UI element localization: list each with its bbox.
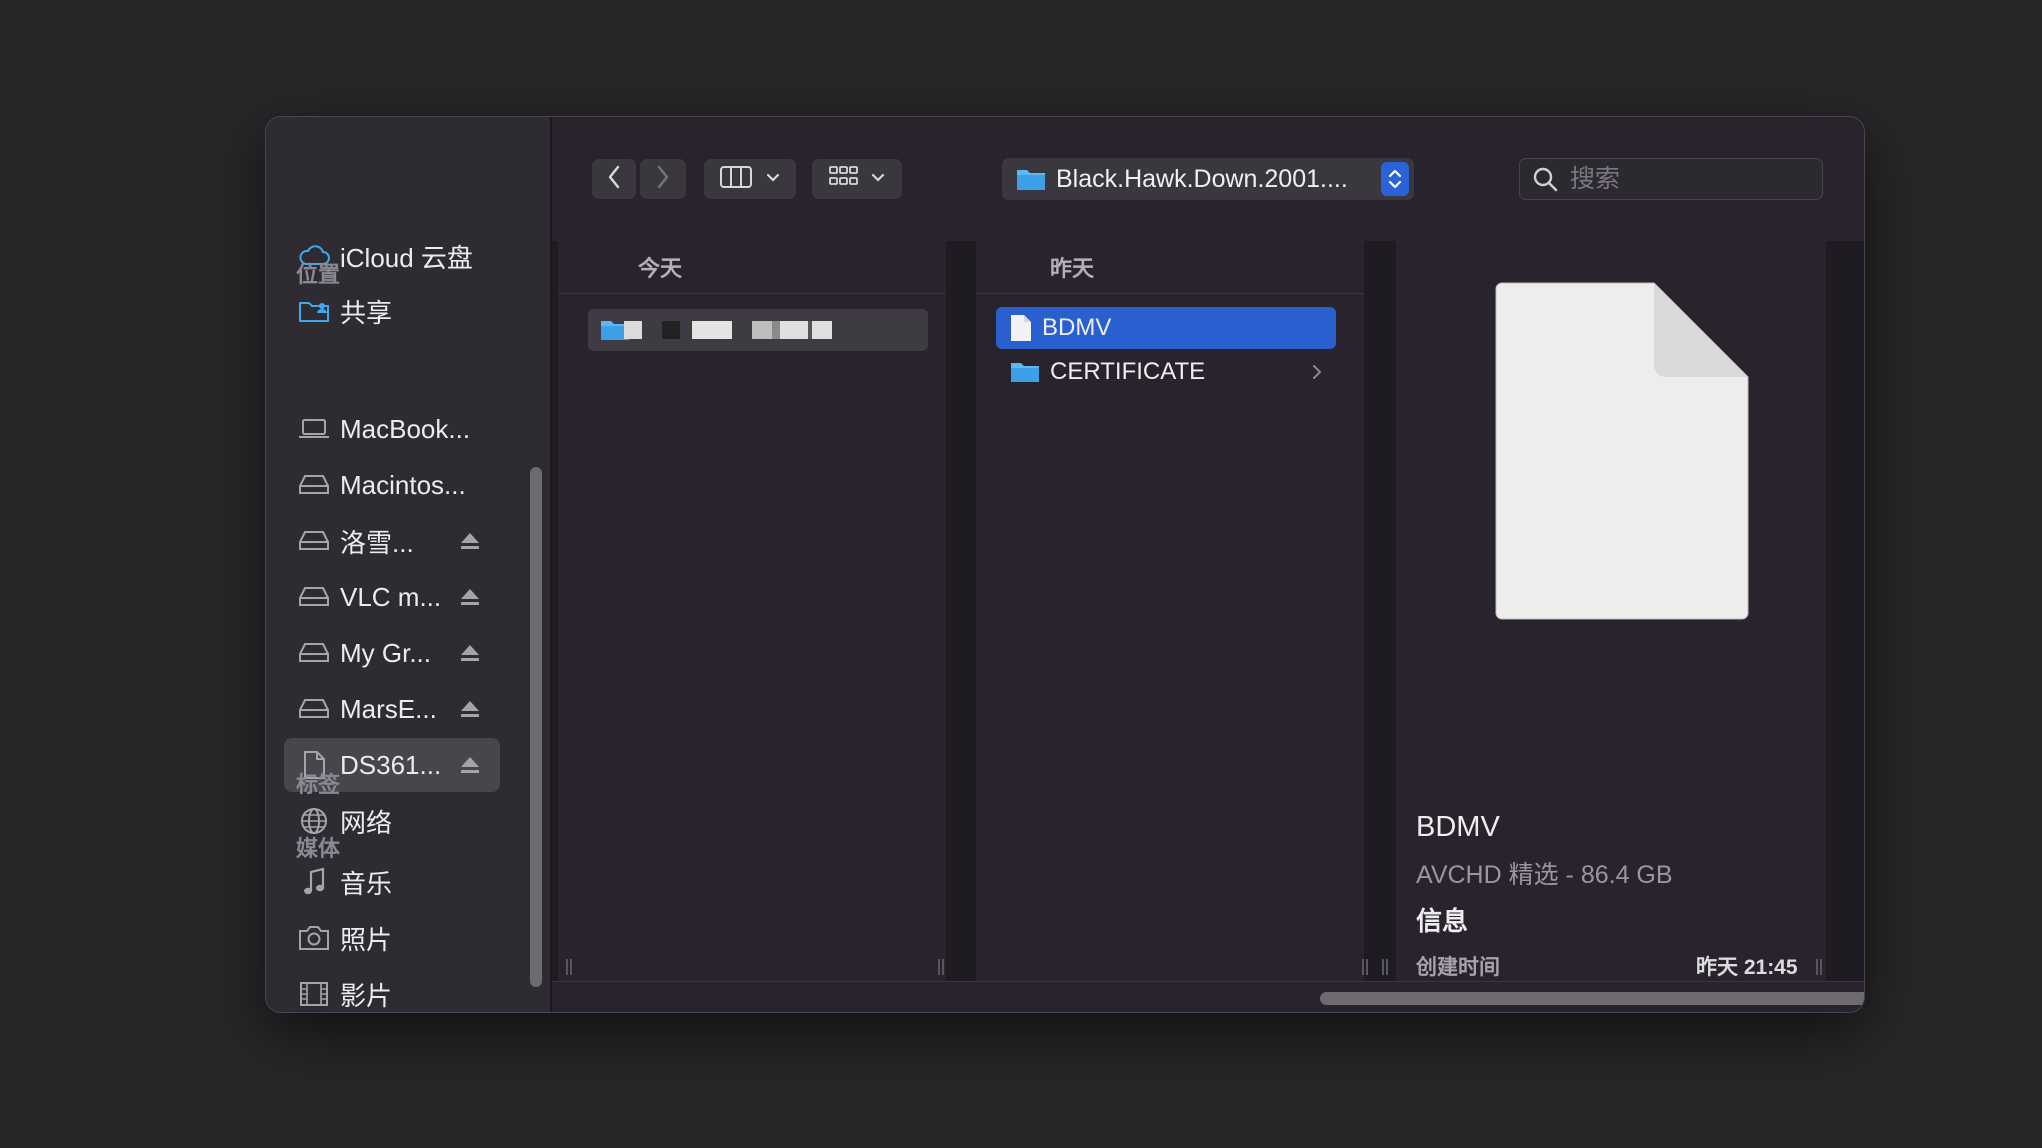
laptop-icon [296, 411, 332, 447]
sidebar-item-label: MacBook... [340, 413, 471, 444]
chevron-right-icon [656, 165, 670, 194]
column-resize-handle[interactable] [1362, 959, 1368, 975]
preview-info-title: 信息 [1416, 906, 1469, 936]
sidebar-item-music[interactable]: 音乐 [284, 855, 500, 909]
grid-icon [829, 165, 859, 194]
shared-folder-icon [296, 293, 332, 329]
location-popup[interactable]: Black.Hawk.Down.2001.... [1002, 158, 1414, 200]
location-label: Black.Hawk.Down.2001.... [1056, 164, 1348, 193]
chevron-left-icon [607, 165, 621, 194]
folder-icon [1016, 166, 1046, 192]
locations-section-title: 位置 [296, 262, 341, 287]
column-yesterday: 昨天 BDMV CERTIFICATE [976, 241, 1368, 981]
sidebar-item-label: 音乐 [340, 868, 393, 899]
list-item-certificate[interactable]: CERTIFICATE [996, 351, 1336, 393]
column-header: 今天 [558, 241, 946, 294]
drive-icon [296, 523, 332, 559]
sidebar-item-photos[interactable]: 照片 [284, 911, 500, 965]
drive-icon [296, 579, 332, 615]
toolbar: Black.Hawk.Down.2001.... [552, 117, 1864, 241]
open-file-dialog: iCloud 云盘 共享 位置 MacBook... Macintos... 洛… [265, 116, 1865, 1013]
column-resize-handle[interactable] [1382, 959, 1388, 975]
search-field[interactable] [1519, 158, 1823, 200]
folder-icon [1010, 360, 1040, 384]
sidebar-item-label: 影片 [340, 980, 393, 1011]
column-header-label: 今天 [638, 256, 683, 281]
redacted-block [624, 321, 642, 339]
dialog-footer: 取消 打开 [552, 1005, 1864, 1012]
sidebar-item-movies[interactable]: 影片 [284, 967, 500, 1012]
sidebar-item-label: VLC m... [340, 581, 442, 612]
column-resize-handle[interactable] [1816, 959, 1822, 975]
view-mode-button[interactable] [704, 159, 796, 199]
column-header-label: 昨天 [1050, 256, 1095, 281]
chevron-down-icon [766, 170, 780, 188]
created-label: 创建时间 [1416, 956, 1500, 979]
eject-icon[interactable] [458, 641, 482, 665]
eject-icon[interactable] [458, 529, 482, 553]
film-icon [296, 976, 332, 1012]
drive-icon [296, 467, 332, 503]
column-view-icon [720, 165, 752, 194]
sidebar: iCloud 云盘 共享 位置 MacBook... Macintos... 洛… [266, 117, 552, 1012]
created-value: 昨天 21:45 [1696, 956, 1798, 979]
list-item-label: BDMV [1042, 314, 1112, 341]
list-item-bdmv[interactable]: BDMV [996, 307, 1336, 349]
eject-icon[interactable] [458, 697, 482, 721]
sidebar-item-label: iCloud 云盘 [340, 242, 473, 273]
redacted-block [662, 321, 680, 339]
sidebar-item-macintosh[interactable]: Macintos... [284, 458, 500, 512]
drive-icon [296, 635, 332, 671]
list-item-redacted[interactable] [588, 309, 928, 351]
column-header: 昨天 [976, 241, 1364, 294]
forward-button[interactable] [640, 159, 686, 199]
column-resize-handle[interactable] [566, 959, 572, 975]
horizontal-scrollbar[interactable] [1320, 992, 1864, 1005]
sidebar-item-macbook[interactable]: MacBook... [284, 402, 500, 456]
eject-icon[interactable] [458, 753, 482, 777]
sidebar-item-label: 共享 [340, 297, 393, 328]
chevron-down-icon [871, 170, 885, 188]
column-browser: 今天 昨天 BDMV CERTIFICATE BDMV AVCHD 精选 - 8… [552, 241, 1864, 1012]
sidebar-item-label: My Gr... [340, 637, 431, 668]
sidebar-item-shared[interactable]: 共享 [284, 284, 500, 338]
camera-icon [296, 920, 332, 956]
sidebar-item-label: DS361... [340, 749, 442, 780]
eject-icon[interactable] [458, 585, 482, 609]
column-today: 今天 [558, 241, 946, 981]
preview-pane: BDMV AVCHD 精选 - 86.4 GB 信息 创建时间 昨天 21:45 [1382, 241, 1826, 981]
sidebar-item-label: Macintos... [340, 469, 466, 500]
document-large-icon [1494, 281, 1750, 626]
list-item-label: CERTIFICATE [1050, 358, 1206, 385]
back-button[interactable] [592, 159, 636, 199]
sidebar-item-label: 洛雪... [340, 527, 414, 558]
search-icon [1532, 166, 1558, 192]
sidebar-item-label: MarsE... [340, 693, 437, 724]
up-down-chevron-icon [1381, 162, 1409, 196]
chevron-right-icon [1312, 364, 1322, 380]
sidebar-item-label: 网络 [340, 807, 393, 838]
sidebar-item-drive-vlc[interactable]: VLC m... [284, 570, 500, 624]
drive-icon [296, 691, 332, 727]
preview-kind-size: AVCHD 精选 - 86.4 GB [1416, 861, 1673, 889]
group-by-button[interactable] [812, 159, 902, 199]
music-note-icon [296, 864, 332, 900]
search-input[interactable] [1568, 163, 1792, 195]
sidebar-item-drive-luoxue[interactable]: 洛雪... [284, 514, 500, 568]
column-resize-handle[interactable] [938, 959, 944, 975]
redacted-block [752, 321, 832, 339]
preview-file-name: BDMV [1416, 811, 1500, 843]
sidebar-item-drive-mygr[interactable]: My Gr... [284, 626, 500, 680]
sidebar-item-drive-marse[interactable]: MarsE... [284, 682, 500, 736]
sidebar-scrollbar[interactable] [530, 467, 542, 987]
sidebar-item-label: 照片 [340, 924, 393, 955]
redacted-block [692, 321, 732, 339]
tags-section-title: 标签 [296, 772, 341, 797]
document-icon [1010, 314, 1032, 342]
